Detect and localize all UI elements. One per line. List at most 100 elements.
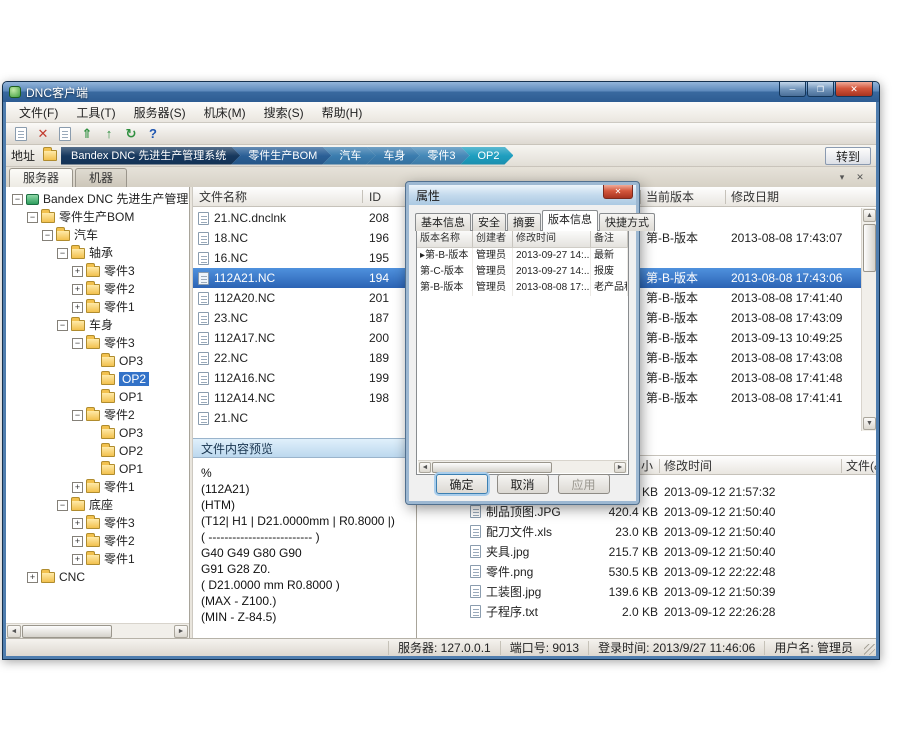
attachment-row[interactable]: 零件.png530.5 KB2013-09-12 22:22:48	[417, 562, 876, 582]
file-row[interactable]: 21.NC.dnclnk208	[193, 208, 416, 228]
scroll-right-icon[interactable]	[614, 462, 626, 473]
attachment-row[interactable]: 工装图.jpg139.6 KB2013-09-12 21:50:39	[417, 582, 876, 602]
menu-item[interactable]: 搜索(S)	[255, 102, 313, 123]
tree-expander-icon[interactable]: −	[72, 338, 83, 349]
tree-node[interactable]: +零件1	[8, 298, 189, 316]
tree-expander-icon[interactable]: +	[72, 536, 83, 547]
go-button[interactable]: 转到	[825, 147, 871, 165]
scrollbar-thumb[interactable]	[22, 625, 112, 638]
dialog-column-header[interactable]: 创建者	[473, 231, 513, 247]
menu-item[interactable]: 文件(F)	[10, 102, 67, 123]
dialog-version-row[interactable]: 第-C-版本管理员2013-09-27 14:...报废	[417, 264, 628, 280]
chevron-down-icon[interactable]	[834, 170, 850, 184]
close-panel-icon[interactable]	[852, 170, 868, 184]
tree-node[interactable]: −汽车	[8, 226, 189, 244]
tree-node[interactable]: −零件生产BOM	[8, 208, 189, 226]
tab-machine[interactable]: 机器	[75, 168, 127, 187]
scroll-up-icon[interactable]	[863, 209, 876, 222]
detail-vertical-scrollbar[interactable]	[861, 208, 876, 431]
file-row[interactable]: 18.NC196	[193, 228, 416, 248]
dialog-version-row[interactable]: ▸第-B-版本管理员2013-09-27 14:...最新	[417, 248, 628, 264]
file-row[interactable]: 16.NC195	[193, 248, 416, 268]
scroll-left-icon[interactable]	[419, 462, 431, 473]
dialog-tab[interactable]: 基本信息	[415, 213, 471, 231]
column-modified-time[interactable]: 修改时间	[664, 456, 712, 476]
tree-node[interactable]: +CNC	[8, 568, 189, 586]
scroll-right-icon[interactable]	[174, 625, 188, 638]
tree-expander-icon[interactable]: +	[27, 572, 38, 583]
dialog-table-scrollbar[interactable]	[418, 460, 627, 473]
column-file-name[interactable]: 文件名称	[199, 187, 247, 207]
tree-node[interactable]: OP2	[8, 442, 189, 460]
tree-node[interactable]: OP2	[8, 370, 189, 388]
column-size[interactable]: 小	[641, 456, 653, 476]
menu-item[interactable]: 帮助(H)	[313, 102, 372, 123]
tree-node[interactable]: OP1	[8, 388, 189, 406]
dialog-tab[interactable]: 安全	[472, 213, 506, 231]
import-icon[interactable]: ⇑	[77, 124, 97, 143]
file-row[interactable]: 21.NC	[193, 408, 416, 428]
menu-item[interactable]: 工具(T)	[67, 102, 124, 123]
tree-expander-icon[interactable]: +	[72, 482, 83, 493]
dialog-tab[interactable]: 快捷方式	[599, 213, 655, 231]
tree-expander-icon[interactable]: +	[72, 554, 83, 565]
tree-node[interactable]: OP3	[8, 352, 189, 370]
dialog-close-button[interactable]	[603, 185, 633, 199]
dialog-tab[interactable]: 摘要	[507, 213, 541, 231]
column-file[interactable]: 文件(&	[846, 456, 876, 476]
upload-icon[interactable]: ↑	[99, 124, 119, 143]
minimize-button[interactable]	[779, 82, 806, 97]
menu-item[interactable]: 服务器(S)	[125, 102, 195, 123]
tree-expander-icon[interactable]: −	[27, 212, 38, 223]
cancel-button[interactable]: 取消	[497, 474, 549, 494]
tree-node[interactable]: −Bandex DNC 先进生产管理系统	[8, 190, 189, 208]
tree-expander-icon[interactable]: +	[72, 302, 83, 313]
file-row[interactable]: 112A17.NC200	[193, 328, 416, 348]
apply-button[interactable]: 应用	[558, 474, 610, 494]
file-row[interactable]: 23.NC187	[193, 308, 416, 328]
column-id[interactable]: ID	[369, 187, 381, 206]
tree-expander-icon[interactable]: −	[57, 248, 68, 259]
tree-node[interactable]: OP3	[8, 424, 189, 442]
tree-node[interactable]: −零件2	[8, 406, 189, 424]
new-file-icon[interactable]	[11, 124, 31, 143]
tree-expander-icon[interactable]: −	[57, 500, 68, 511]
maximize-button[interactable]	[807, 82, 834, 97]
tree-expander-icon[interactable]: +	[72, 518, 83, 529]
tree-expander-icon[interactable]: −	[57, 320, 68, 331]
tree-horizontal-scrollbar[interactable]	[6, 623, 189, 638]
close-button[interactable]	[835, 82, 873, 97]
tree-node[interactable]: OP1	[8, 460, 189, 478]
file-row[interactable]: 22.NC189	[193, 348, 416, 368]
menu-item[interactable]: 机床(M)	[195, 102, 255, 123]
dialog-column-header[interactable]: 版本名称	[417, 231, 473, 247]
tree-expander-icon[interactable]: −	[72, 410, 83, 421]
column-current-version[interactable]: 当前版本	[646, 187, 694, 207]
tree-node[interactable]: +零件2	[8, 532, 189, 550]
dialog-column-header[interactable]: 备注	[591, 231, 628, 247]
scroll-left-icon[interactable]	[7, 625, 21, 638]
tree-node[interactable]: +零件3	[8, 262, 189, 280]
tree-expander-icon[interactable]: +	[72, 284, 83, 295]
delete-icon[interactable]: ✕	[33, 124, 53, 143]
attachment-row[interactable]: 夹具.jpg215.7 KB2013-09-12 21:50:40	[417, 542, 876, 562]
tree-node[interactable]: −底座	[8, 496, 189, 514]
breadcrumb-item[interactable]: Bandex DNC 先进生产管理系统	[61, 147, 240, 165]
file-row[interactable]: 112A20.NC201	[193, 288, 416, 308]
tree-node[interactable]: −轴承	[8, 244, 189, 262]
attachment-row[interactable]: 制品顶图.JPG420.4 KB2013-09-12 21:50:40	[417, 502, 876, 522]
scrollbar-thumb[interactable]	[432, 462, 552, 473]
dialog-titlebar[interactable]: 属性	[409, 185, 636, 205]
refresh-icon[interactable]: ↻	[121, 124, 141, 143]
tree-node[interactable]: +零件2	[8, 280, 189, 298]
tree-expander-icon[interactable]: −	[12, 194, 23, 205]
scrollbar-thumb[interactable]	[863, 224, 876, 272]
tree-expander-icon[interactable]: +	[72, 266, 83, 277]
tree-node[interactable]: +零件1	[8, 478, 189, 496]
document-icon[interactable]	[55, 124, 75, 143]
tree-node[interactable]: +零件3	[8, 514, 189, 532]
file-row[interactable]: 112A16.NC199	[193, 368, 416, 388]
tree-node[interactable]: −零件3	[8, 334, 189, 352]
ok-button[interactable]: 确定	[436, 474, 488, 494]
attachment-row[interactable]: 配刀文件.xls23.0 KB2013-09-12 21:50:40	[417, 522, 876, 542]
